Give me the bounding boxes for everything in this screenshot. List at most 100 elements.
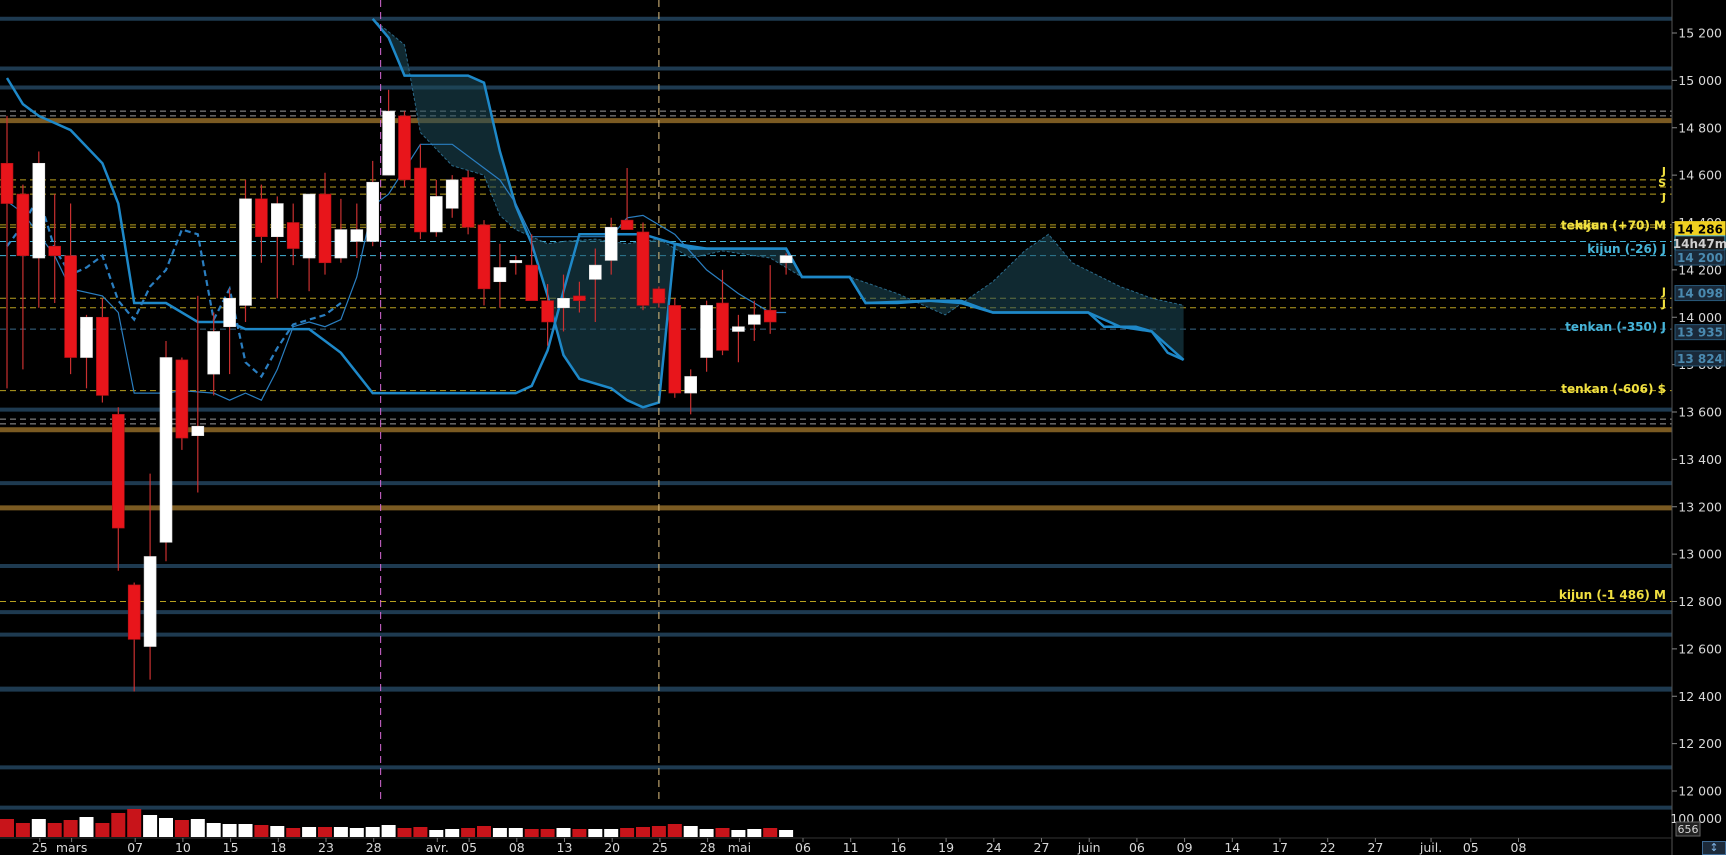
candle-body-bearish: [716, 302, 729, 351]
chart-area[interactable]: 15 20015 00014 80014 60014 40014 20014 0…: [0, 0, 1726, 855]
date-tick-label: avr.: [426, 840, 449, 855]
date-tick-label: 11: [843, 840, 859, 855]
level-annotation: tenkan (-606) $: [1561, 382, 1666, 396]
level-annotation: tenkan (-350) J: [1565, 320, 1666, 334]
candle-body-bullish: [302, 193, 316, 259]
volume-bar: [318, 827, 332, 837]
date-tick-label: 24: [986, 840, 1002, 855]
candle-body-bearish: [461, 177, 475, 228]
candlestick-chart[interactable]: 15 20015 00014 80014 60014 40014 20014 0…: [0, 0, 1726, 855]
price-tag-label: 13 824: [1677, 352, 1723, 366]
candle-body-bearish: [0, 162, 14, 204]
candle: [398, 111, 411, 187]
price-tag-label: 14 098: [1677, 287, 1723, 301]
candle: [461, 170, 475, 235]
candle-body-bullish: [143, 556, 157, 647]
volume-bar: [461, 828, 476, 837]
date-tick-label: 08: [509, 840, 525, 855]
date-tick-label: 18: [270, 840, 286, 855]
price-tick-label: 12 200: [1678, 736, 1722, 751]
candle-body-bearish: [96, 316, 109, 396]
date-tick-label: 20: [604, 840, 620, 855]
candle-body-bullish: [445, 179, 459, 209]
volume-bar: [79, 817, 94, 837]
date-tick-label: 22: [1320, 840, 1336, 855]
candle-body-bullish: [779, 255, 793, 264]
level-annotation: J: [1661, 298, 1666, 311]
candle-body-bullish: [239, 198, 252, 306]
price-tag: 14 098: [1674, 285, 1726, 302]
candle-body-bearish: [175, 359, 189, 439]
volume-bar: [95, 823, 110, 837]
volume-current-label: 656: [1678, 823, 1699, 836]
price-tag-label: 13 935: [1677, 326, 1723, 340]
date-tick-label: 17: [1272, 840, 1288, 855]
date-tick-label: mars: [56, 840, 88, 855]
date-tick-label: 07: [127, 840, 143, 855]
date-tick-label: 14: [1224, 840, 1240, 855]
volume-bar: [715, 828, 730, 837]
scroll-arrows-icon[interactable]: ↕: [1702, 841, 1726, 855]
volume-bar: [206, 823, 221, 837]
volume-bar: [0, 819, 14, 837]
volume-bar: [683, 826, 698, 837]
candle-body-bullish: [429, 196, 443, 233]
candle-body-bullish: [557, 297, 570, 309]
candle-body-bearish: [620, 219, 634, 230]
volume-bar: [238, 824, 253, 837]
candle-body-bearish: [414, 167, 427, 233]
volume-bar: [31, 819, 46, 837]
candle-body-bearish: [398, 115, 411, 181]
candle-body-bearish: [16, 193, 30, 256]
volume-bar: [47, 823, 62, 837]
candle: [239, 179, 252, 322]
candle-body-bullish: [191, 425, 205, 436]
candle-body-bearish: [525, 264, 539, 301]
volume-bar: [540, 829, 555, 837]
price-tick-label: 13 600: [1678, 405, 1722, 420]
level-annotation: J: [1661, 191, 1666, 204]
volume-bar: [779, 830, 794, 837]
volume-bar: [222, 824, 237, 837]
volume-bar: [174, 820, 189, 837]
price-tick-label: 15 000: [1678, 73, 1722, 88]
candle-body-bullish: [207, 331, 220, 375]
volume-bar: [413, 827, 428, 837]
volume-bar: [556, 828, 571, 837]
volume-bar: [747, 829, 762, 837]
candle-body-bullish: [159, 357, 173, 543]
level-annotation: kijun (+70) M: [1575, 218, 1666, 232]
date-tick-label: 19: [938, 840, 954, 855]
volume-bar: [429, 830, 444, 837]
candle-body-bullish: [684, 376, 698, 394]
candle-body-bullish: [382, 110, 395, 176]
price-tag-label: 14 200: [1677, 251, 1723, 265]
date-tick-label: 05: [461, 840, 477, 855]
candle-body-bearish: [255, 198, 268, 238]
level-annotation: S: [1658, 177, 1666, 190]
candle-body-bullish: [732, 326, 745, 332]
volume-bar: [397, 828, 412, 837]
price-tag: 14 200: [1674, 249, 1726, 266]
candle-body-bullish: [334, 229, 348, 259]
price-tick-label: 12 600: [1678, 641, 1722, 656]
date-tick-label: 23: [318, 840, 334, 855]
price-tick-label: 12 400: [1678, 689, 1722, 704]
volume-bar: [365, 827, 380, 837]
candle-body-bullish: [588, 264, 602, 280]
date-tick-label: 09: [1177, 840, 1193, 855]
candle-body-bullish: [80, 316, 93, 358]
date-tick-label: 16: [890, 840, 906, 855]
volume-bar: [572, 829, 587, 837]
volume-bar: [620, 828, 635, 837]
volume-bar: [63, 820, 78, 837]
volume-bar: [159, 818, 173, 837]
candle: [159, 340, 173, 562]
date-tick-label: 28: [700, 840, 716, 855]
price-tick-label: 12 000: [1678, 784, 1722, 799]
candle-body-bullish: [270, 203, 284, 238]
candle: [668, 298, 682, 398]
candle-body-bearish: [636, 231, 650, 306]
price-tag: 13 935: [1674, 324, 1726, 341]
volume-bar: [190, 819, 205, 837]
